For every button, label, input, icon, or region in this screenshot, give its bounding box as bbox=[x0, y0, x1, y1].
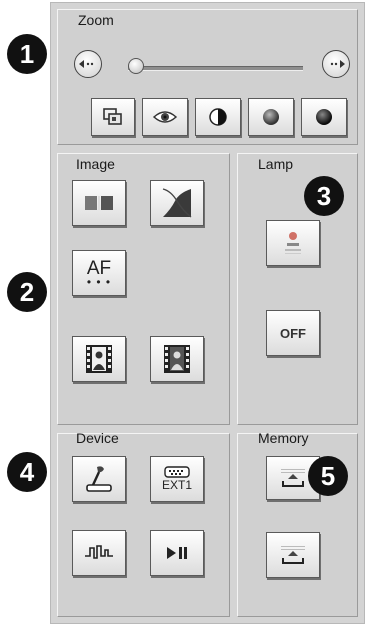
lamp-off-label: OFF bbox=[280, 325, 306, 341]
zoom-slider-thumb[interactable] bbox=[128, 58, 144, 74]
view-eye-button[interactable] bbox=[142, 98, 188, 136]
zoom-frame-icon bbox=[103, 108, 122, 125]
device-camera-stand-button[interactable] bbox=[72, 456, 126, 502]
zoom-out-icon bbox=[79, 60, 94, 68]
zoom-out-button[interactable] bbox=[74, 50, 102, 78]
ext-connector-icon bbox=[164, 466, 190, 478]
negative-film-icon bbox=[164, 345, 190, 373]
dark-sphere-button[interactable] bbox=[248, 98, 294, 136]
split-image-icon bbox=[85, 196, 113, 210]
device-play-pause-button[interactable] bbox=[150, 530, 204, 576]
device-ext1-button[interactable]: EXT1 bbox=[150, 456, 204, 502]
lamp-section-title: Lamp bbox=[258, 156, 294, 172]
callout-2: 2 bbox=[7, 272, 47, 312]
lamp-on-button[interactable] bbox=[266, 220, 320, 266]
control-panel: Zoom Image AF • • • Lamp OFF Device EXT1… bbox=[50, 2, 365, 624]
eye-icon bbox=[152, 111, 178, 123]
image-curve-button[interactable] bbox=[150, 180, 204, 226]
autofocus-dots-icon: • • • bbox=[86, 275, 112, 289]
image-section: Image AF • • • bbox=[57, 153, 230, 425]
image-split-button[interactable] bbox=[72, 180, 126, 226]
ext1-label: EXT1 bbox=[161, 478, 192, 492]
tray-load-icon bbox=[281, 469, 305, 487]
callout-3: 3 bbox=[304, 176, 344, 216]
image-negative-film-button[interactable] bbox=[150, 336, 204, 382]
memory-section-title: Memory bbox=[258, 430, 309, 446]
zoom-in-icon bbox=[330, 60, 345, 68]
memory-recall-button[interactable] bbox=[266, 532, 320, 578]
contrast-icon bbox=[209, 108, 227, 126]
autofocus-button[interactable]: AF • • • bbox=[72, 250, 126, 296]
callout-1: 1 bbox=[7, 34, 47, 74]
callout-5: 5 bbox=[308, 456, 348, 496]
portrait-film-icon bbox=[86, 345, 112, 373]
callout-4: 4 bbox=[7, 452, 47, 492]
play-pause-icon bbox=[167, 547, 187, 559]
zoom-section-title: Zoom bbox=[78, 12, 114, 28]
camera-stand-icon bbox=[86, 466, 112, 492]
image-section-title: Image bbox=[76, 156, 115, 172]
contrast-button[interactable] bbox=[195, 98, 241, 136]
zoom-section: Zoom bbox=[57, 9, 358, 145]
lamp-light-icon bbox=[285, 232, 301, 254]
zoom-in-button[interactable] bbox=[322, 50, 350, 78]
device-signal-button[interactable] bbox=[72, 530, 126, 576]
lamp-off-button[interactable]: OFF bbox=[266, 310, 320, 356]
zoom-slider-track[interactable] bbox=[128, 66, 303, 71]
device-section: Device EXT1 bbox=[57, 430, 230, 617]
image-portrait-film-button[interactable] bbox=[72, 336, 126, 382]
dark-sphere-icon bbox=[263, 109, 279, 125]
black-sphere-button[interactable] bbox=[301, 98, 347, 136]
device-section-title: Device bbox=[76, 430, 119, 446]
tray-eject-icon bbox=[281, 546, 305, 564]
zoom-frame-button[interactable] bbox=[91, 98, 135, 136]
black-sphere-icon bbox=[316, 109, 332, 125]
gamma-curve-icon bbox=[162, 188, 192, 218]
signal-waveform-icon bbox=[85, 545, 113, 559]
